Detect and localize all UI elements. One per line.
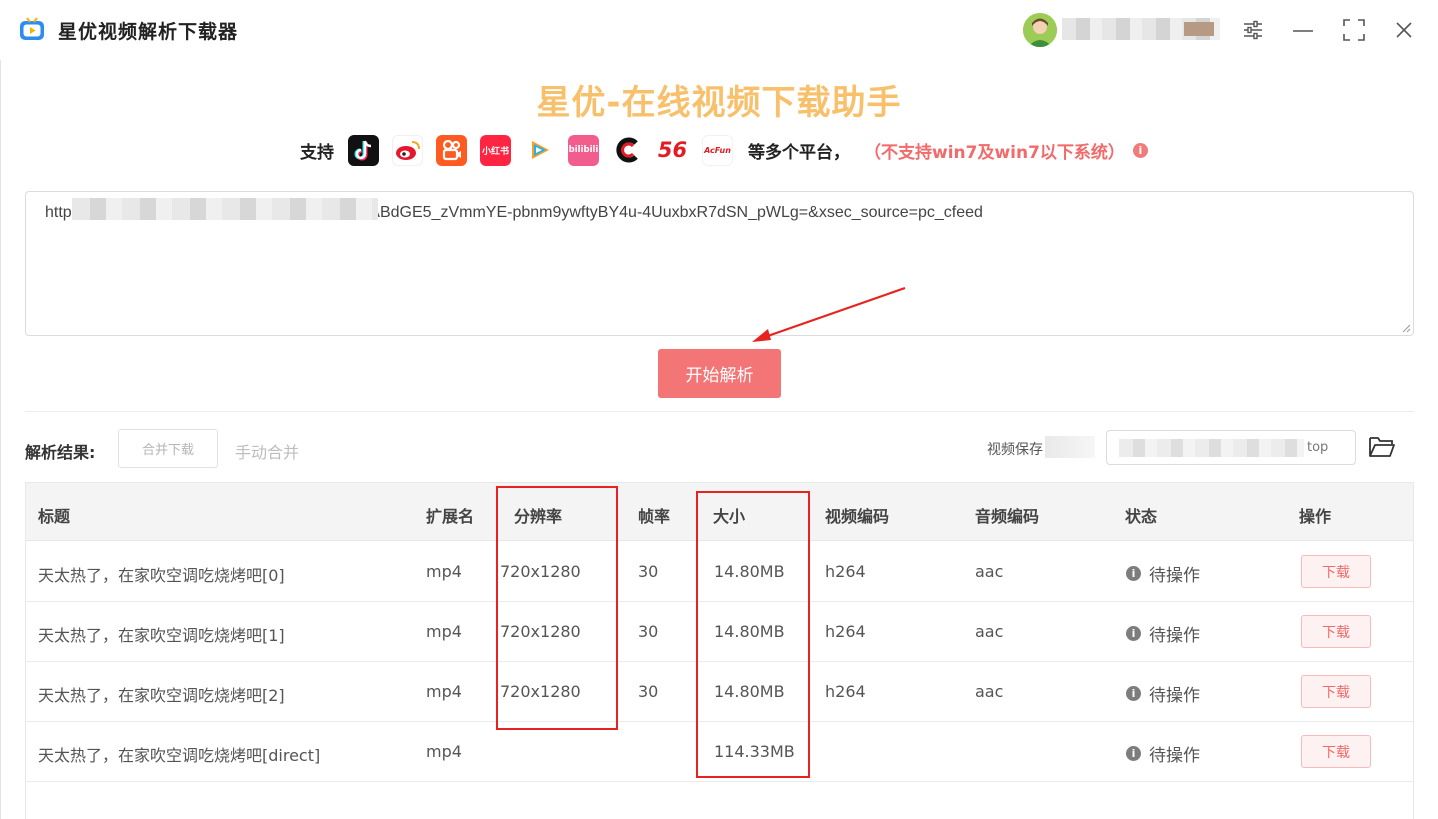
cell-ext: mp4 xyxy=(426,622,462,641)
column-header-ext: 扩展名 xyxy=(426,507,475,526)
cell-acodec: aac xyxy=(975,682,1004,701)
minimize-button[interactable] xyxy=(1291,18,1315,42)
folder-open-icon[interactable] xyxy=(1368,434,1396,460)
status-text: 待操作 xyxy=(1149,566,1200,586)
cell-fps: 30 xyxy=(638,682,659,701)
app-logo-icon xyxy=(20,17,44,40)
column-header-acodec: 音频编码 xyxy=(975,507,1040,526)
column-header-status: 状态 xyxy=(1125,507,1158,526)
acfun-label: AcFun xyxy=(704,145,731,155)
username-blurred[interactable] xyxy=(1062,18,1220,40)
cell-title: 天太热了，在家吹空调吃烧烤吧[direct] xyxy=(38,746,321,765)
url-redaction xyxy=(72,198,378,220)
cell-title: 天太热了，在家吹空调吃烧烤吧[1] xyxy=(38,626,285,645)
status-badge: i 待操作 xyxy=(1126,621,1200,646)
cell-acodec: aac xyxy=(975,562,1004,581)
xiaohongshu-icon: 小红书 xyxy=(480,134,511,166)
maximize-button[interactable] xyxy=(1342,18,1366,42)
close-button[interactable] xyxy=(1392,18,1416,42)
window-border xyxy=(0,60,1,819)
download-button[interactable]: 下载 xyxy=(1301,675,1371,708)
save-path-tail: top xyxy=(1307,440,1329,455)
download-button[interactable]: 下载 xyxy=(1301,615,1371,648)
status-badge: i 待操作 xyxy=(1126,561,1200,586)
minimize-icon xyxy=(1293,30,1313,32)
info-icon: i xyxy=(1126,626,1141,641)
settings-icon xyxy=(1244,20,1262,40)
highlight-box-resolution xyxy=(496,486,618,730)
column-header-action: 操作 xyxy=(1299,507,1332,526)
cell-title: 天太热了，在家吹空调吃烧烤吧[2] xyxy=(38,686,285,705)
close-icon xyxy=(1396,22,1412,38)
tiktok-icon xyxy=(348,134,379,166)
save-label-redaction xyxy=(1045,436,1095,458)
column-header-vcodec: 视频编码 xyxy=(825,507,890,526)
download-button[interactable]: 下载 xyxy=(1301,555,1371,588)
resize-grip-icon[interactable] xyxy=(1401,323,1411,333)
bilibili-label: bilibili xyxy=(568,145,599,155)
column-header-title: 标题 xyxy=(38,507,71,526)
info-icon: i xyxy=(1126,746,1141,761)
start-parse-button[interactable]: 开始解析 xyxy=(658,349,781,398)
cell-acodec: aac xyxy=(975,622,1004,641)
status-text: 待操作 xyxy=(1149,746,1200,766)
support-more-text: 等多个平台， xyxy=(748,142,850,163)
info-icon: i xyxy=(1126,686,1141,701)
kuaishou-icon xyxy=(436,134,467,166)
cell-ext: mp4 xyxy=(426,742,462,761)
status-badge: i 待操作 xyxy=(1126,681,1200,706)
save-path-label: 视频保存 xyxy=(987,442,1043,458)
cell-vcodec: h264 xyxy=(825,622,866,641)
56-icon: 56 xyxy=(656,134,689,166)
bilibili-icon: bilibili xyxy=(568,134,599,166)
annotation-arrow-icon xyxy=(752,286,906,342)
download-button[interactable]: 下载 xyxy=(1301,735,1371,768)
info-icon: i xyxy=(1126,566,1141,581)
cell-fps: 30 xyxy=(638,622,659,641)
page-headline: 星优-在线视频下载助手 xyxy=(536,83,902,123)
info-icon[interactable]: i xyxy=(1132,142,1148,158)
status-badge: i 待操作 xyxy=(1126,741,1200,766)
tencent-video-icon xyxy=(524,134,555,166)
title-bar: 星优视频解析下载器 xyxy=(0,0,1438,60)
settings-button[interactable] xyxy=(1241,18,1265,42)
column-header-fps: 帧率 xyxy=(638,507,671,526)
result-label: 解析结果: xyxy=(25,443,96,462)
status-text: 待操作 xyxy=(1149,686,1200,706)
support-label: 支持 xyxy=(300,142,334,163)
divider xyxy=(25,411,1414,412)
cell-fps: 30 xyxy=(638,562,659,581)
supported-platforms-row: 支持 小红书 bilibili 56 AcFun 等多个平台， （不支持win7… xyxy=(300,134,1148,166)
cell-ext: mp4 xyxy=(426,562,462,581)
cctv-icon xyxy=(612,134,643,166)
save-path-input[interactable]: top xyxy=(1106,430,1356,465)
highlight-box-size xyxy=(696,491,810,778)
weibo-icon xyxy=(392,134,423,166)
status-text: 待操作 xyxy=(1149,626,1200,646)
manual-merge-link[interactable]: 手动合并 xyxy=(235,439,299,463)
xiaohongshu-label: 小红书 xyxy=(481,146,509,157)
system-warning: （不支持win7及win7以下系统） xyxy=(864,142,1125,163)
cell-title: 天太热了，在家吹空调吃烧烤吧[0] xyxy=(38,566,285,585)
acfun-icon: AcFun xyxy=(702,134,733,166)
cell-vcodec: h264 xyxy=(825,682,866,701)
avatar[interactable] xyxy=(1023,13,1057,47)
save-path-redaction xyxy=(1119,439,1304,457)
56-label: 56 xyxy=(657,138,688,162)
cell-ext: mp4 xyxy=(426,682,462,701)
merge-download-button[interactable]: 合并下载 xyxy=(118,429,218,468)
maximize-icon xyxy=(1343,19,1365,41)
cell-vcodec: h264 xyxy=(825,562,866,581)
app-title: 星优视频解析下载器 xyxy=(58,21,239,43)
